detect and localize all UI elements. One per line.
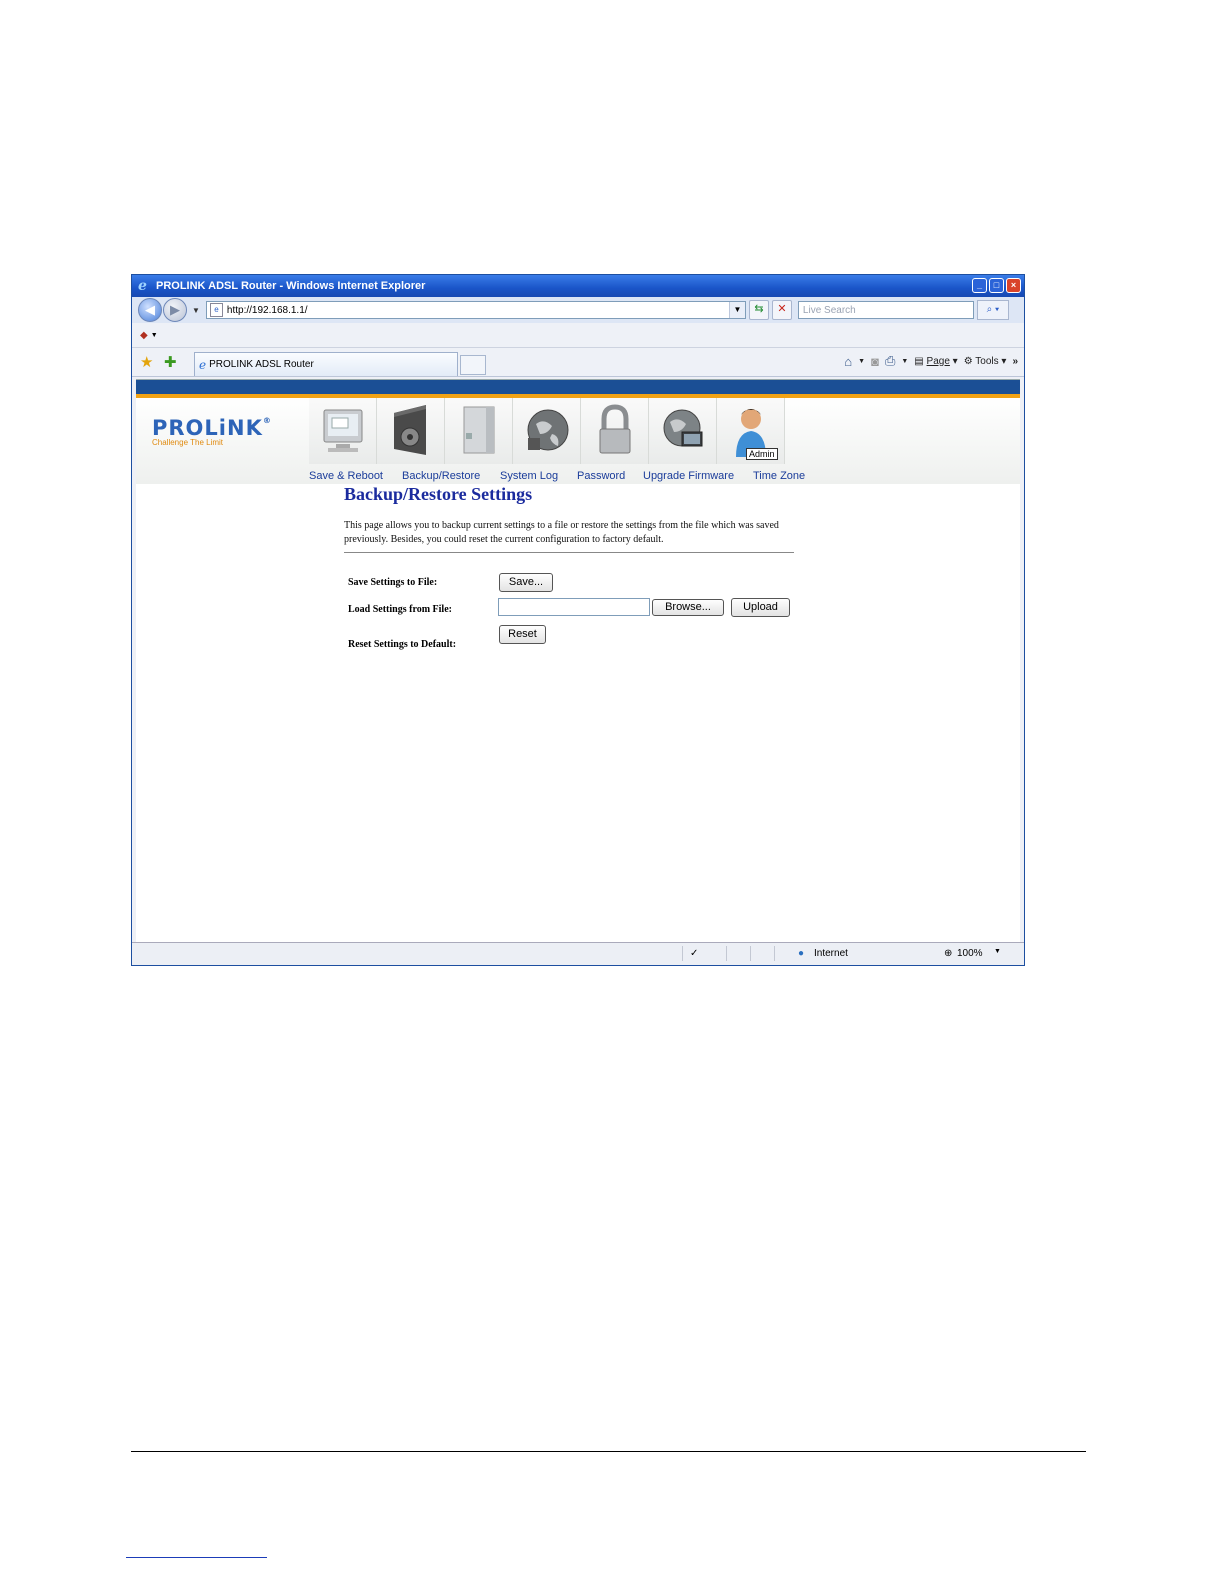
main-content: Backup/Restore Settings This page allows… bbox=[344, 484, 794, 661]
padlock-icon[interactable] bbox=[581, 398, 649, 464]
page-icon: e bbox=[209, 303, 223, 317]
more-chevron-icon[interactable]: » bbox=[1012, 356, 1018, 367]
tab-bar: ★ ✚ e PROLINK ADSL Router ⌂ ▼ ◙ ⎙ ▼ ▤ Page… bbox=[132, 348, 1024, 377]
save-settings-label: Save Settings to File: bbox=[348, 577, 438, 588]
command-bar: ⌂ ▼ ◙ ⎙ ▼ ▤ Page ▾ ⚙ Tools ▾ » bbox=[844, 353, 1018, 369]
browser-window: e PROLINK ADSL Router - Windows Internet… bbox=[131, 274, 1025, 966]
tab-title: PROLINK ADSL Router bbox=[209, 359, 314, 370]
globe-password-icon[interactable] bbox=[513, 398, 581, 464]
stop-button[interactable]: ✕ bbox=[771, 300, 792, 320]
favorites-feed-icon[interactable]: ◆ bbox=[140, 330, 148, 341]
address-dropdown-icon[interactable]: ▼ bbox=[728, 302, 745, 318]
file-path-input[interactable] bbox=[498, 598, 650, 616]
admin-tooltip: Admin bbox=[746, 448, 778, 460]
router-header: PROLiNK® Challenge The Limit Admin Save … bbox=[136, 398, 1020, 484]
new-tab-button[interactable] bbox=[460, 355, 486, 375]
feeds-icon[interactable]: ◙ bbox=[871, 354, 879, 369]
nav-time-zone[interactable]: Time Zone bbox=[753, 470, 805, 482]
zoom-level[interactable]: 100% bbox=[957, 948, 983, 959]
security-icon: ✓ bbox=[690, 948, 699, 959]
address-bar[interactable]: e http://192.168.1.1/ ▼ bbox=[205, 301, 746, 319]
window-title: PROLINK ADSL Router - Windows Internet E… bbox=[156, 280, 426, 292]
nav-save-reboot[interactable]: Save & Reboot bbox=[309, 470, 383, 482]
search-input[interactable]: Live Search bbox=[797, 301, 974, 319]
forward-button[interactable]: ▶ bbox=[163, 298, 187, 322]
maximize-button[interactable]: □ bbox=[989, 278, 1004, 293]
tools-menu[interactable]: ⚙ Tools ▾ bbox=[964, 356, 1007, 367]
monitor-icon[interactable] bbox=[309, 398, 377, 464]
footnote-rule bbox=[126, 1557, 267, 1558]
backup-gear-icon[interactable] bbox=[377, 398, 445, 464]
browse-button[interactable]: Browse... bbox=[652, 599, 724, 616]
refresh-button[interactable]: ⇆ bbox=[748, 300, 769, 320]
status-bar: ✓ ● Internet ⊕ 100% ▼ bbox=[132, 942, 1024, 965]
close-button[interactable]: × bbox=[1006, 278, 1021, 293]
page-title: Backup/Restore Settings bbox=[344, 484, 533, 504]
tab-prolink[interactable]: e PROLINK ADSL Router bbox=[194, 352, 458, 376]
minimize-button[interactable]: _ bbox=[972, 278, 987, 293]
page-menu[interactable]: ▤ Page ▾ bbox=[914, 356, 957, 367]
address-toolbar: ◀ ▶ ▼ e http://192.168.1.1/ ▼ ⇆ ✕ Live S… bbox=[132, 297, 1024, 323]
reset-settings-label: Reset Settings to Default: bbox=[348, 639, 457, 650]
footer-rule bbox=[131, 1451, 1086, 1452]
back-button[interactable]: ◀ bbox=[138, 298, 162, 322]
page-viewport: PROLiNK® Challenge The Limit Admin Save … bbox=[136, 379, 1020, 943]
reset-button[interactable]: Reset bbox=[499, 625, 546, 644]
upload-button[interactable]: Upload bbox=[731, 598, 790, 617]
save-button[interactable]: Save... bbox=[499, 573, 553, 592]
recent-pages-dropdown-icon[interactable]: ▼ bbox=[192, 306, 200, 315]
zoom-icon[interactable]: ⊕ bbox=[944, 948, 952, 959]
title-bar: e PROLINK ADSL Router - Windows Internet… bbox=[132, 275, 1024, 297]
nav-system-log[interactable]: System Log bbox=[500, 470, 558, 482]
backup-restore-form: Save Settings to File: Save... Load Sett… bbox=[344, 571, 794, 661]
print-icon[interactable]: ⎙ bbox=[885, 353, 895, 369]
page-description: This page allows you to backup current s… bbox=[344, 519, 794, 553]
links-bar: ◆ ▼ bbox=[132, 323, 1024, 348]
home-icon[interactable]: ⌂ bbox=[844, 354, 852, 369]
admin-icon-row bbox=[309, 398, 785, 464]
internet-zone-icon: ● bbox=[798, 948, 805, 959]
zoom-dropdown-icon[interactable]: ▼ bbox=[994, 948, 1001, 955]
system-log-icon[interactable] bbox=[445, 398, 513, 464]
dropdown-arrow-icon[interactable]: ▼ bbox=[151, 332, 158, 339]
load-settings-label: Load Settings from File: bbox=[348, 604, 452, 615]
nav-password[interactable]: Password bbox=[577, 470, 625, 482]
ie-logo-icon: e bbox=[138, 278, 147, 294]
url-text: http://192.168.1.1/ bbox=[226, 304, 308, 316]
upgrade-firmware-icon[interactable] bbox=[649, 398, 717, 464]
router-top-bar bbox=[136, 380, 1020, 398]
zone-label: Internet bbox=[814, 948, 848, 959]
logo-word: PROLiNK bbox=[152, 416, 263, 440]
add-favorite-icon[interactable]: ✚ bbox=[164, 353, 180, 371]
prolink-logo: PROLiNK® Challenge The Limit bbox=[152, 416, 272, 447]
nav-backup-restore[interactable]: Backup/Restore bbox=[402, 470, 480, 482]
favorites-star-icon[interactable]: ★ bbox=[140, 353, 156, 371]
nav-upgrade-firmware[interactable]: Upgrade Firmware bbox=[643, 470, 734, 482]
tab-ie-icon: e bbox=[199, 357, 207, 372]
search-button[interactable]: ⌕ ▾ bbox=[976, 300, 1009, 320]
